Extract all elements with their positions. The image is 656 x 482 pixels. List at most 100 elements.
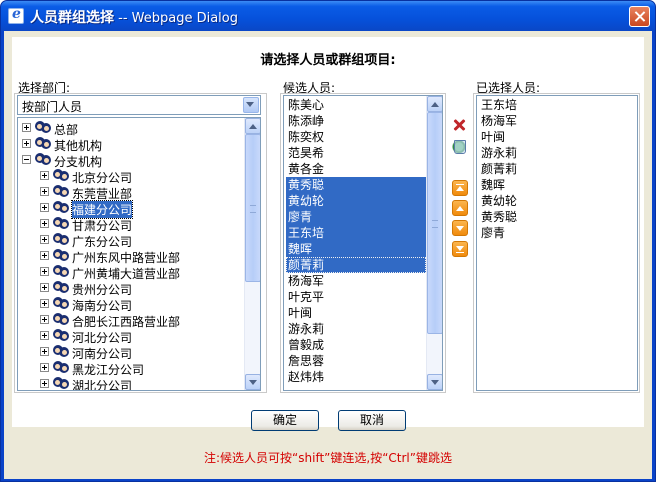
scroll-down-button[interactable] [245,374,260,390]
list-item[interactable]: 魏晖 [479,177,635,193]
tree-node-label[interactable]: 福建分公司 [70,200,134,219]
expand-icon[interactable] [40,267,49,276]
group-icon [52,344,70,360]
group-icon [34,120,52,136]
group-icon [52,216,70,232]
list-item[interactable]: 曾毅成 [286,337,426,353]
tree-node-label[interactable]: 甘肃分公司 [72,217,132,234]
cancel-button[interactable]: 取消 [338,410,406,431]
tree-node-label[interactable]: 海南分公司 [72,297,132,314]
list-item[interactable]: 陈奕权 [286,129,426,145]
close-button[interactable] [629,6,650,27]
title-bar[interactable]: 人员群组选择 -- Webpage Dialog [1,1,655,31]
list-item[interactable]: 黄幼轮 [479,193,635,209]
expand-icon[interactable] [40,187,49,196]
tree-node-label[interactable]: 贵州分公司 [72,281,132,298]
expand-icon[interactable] [40,203,49,212]
group-icon [52,248,70,264]
list-item[interactable]: 廖青 [286,209,426,225]
list-item[interactable]: 游永莉 [479,145,635,161]
group-icon [52,168,70,184]
chevron-down-icon[interactable] [243,97,259,113]
list-item[interactable]: 范昊希 [286,145,426,161]
group-icon [34,152,52,168]
scroll-thumb[interactable] [245,134,260,282]
tree-node-label[interactable]: 广东分公司 [72,233,132,250]
move-down-icon[interactable] [452,220,468,236]
expand-icon[interactable] [40,299,49,308]
tree-node-label[interactable]: 合肥长江西路营业部 [72,313,180,330]
group-icon [52,184,70,200]
tree-node-label[interactable]: 广州黄埔大道营业部 [72,265,180,282]
selected-list[interactable]: 王东培 杨海军 叶闽 游永莉 颜菁莉 魏晖 黄幼轮 黄秀聪 廖青 [476,95,638,391]
tree-node-label[interactable]: 其他机构 [54,137,102,154]
content-panel: 请选择人员或群组项目: 选择部门: 候选人员: 已选择人员: 按部门人员 总部其… [12,37,644,427]
group-icon [52,376,70,390]
group-icon [52,280,70,296]
list-item[interactable]: 黄幼轮 [286,193,426,209]
list-item[interactable]: 杨海军 [286,273,426,289]
list-item[interactable]: 黄各金 [286,161,426,177]
scroll-up-button[interactable] [245,118,260,134]
tree-node-label[interactable]: 黑龙江分公司 [72,361,144,378]
tree-node-label[interactable]: 总部 [54,121,78,138]
move-top-icon[interactable] [452,180,468,196]
list-item[interactable]: 杨海军 [479,113,635,129]
list-item[interactable]: 颜菁莉 [286,257,426,273]
expand-icon[interactable] [40,251,49,260]
move-bottom-icon[interactable] [452,241,468,257]
candidate-scrollbar[interactable] [426,96,442,390]
tree-node-label[interactable]: 广州东风中路营业部 [72,249,180,266]
expand-icon[interactable] [40,363,49,372]
expand-icon[interactable] [22,123,31,132]
list-item[interactable]: 黄秀聪 [479,209,635,225]
recycle-icon[interactable] [451,138,467,154]
list-item[interactable]: 王东培 [286,225,426,241]
department-select[interactable]: 按部门人员 [17,95,261,115]
tree-node-label[interactable]: 东莞营业部 [72,185,132,202]
expand-icon[interactable] [40,171,49,180]
list-item[interactable]: 王东培 [479,97,635,113]
tree-scrollbar[interactable] [244,118,260,390]
tree-node-label[interactable]: 河南分公司 [72,345,132,362]
expand-icon[interactable] [40,235,49,244]
tree-node-label[interactable]: 湖北分公司 [72,377,132,390]
list-item[interactable]: 黄秀聪 [286,177,426,193]
scroll-up-button[interactable] [427,96,442,112]
ok-button[interactable]: 确定 [251,410,319,431]
collapse-icon[interactable] [22,155,31,164]
expand-icon[interactable] [40,379,49,388]
expand-icon[interactable] [40,283,49,292]
department-select-value: 按部门人员 [22,100,83,114]
move-up-icon[interactable] [452,200,468,216]
group-icon [52,232,70,248]
candidate-list[interactable]: 陈美心 陈添峥 陈奕权 范昊希 黄各金 黄秀聪 黄幼轮 廖青 王东培 魏晖 颜菁莉 杨海军 叶克平 叶闽游… [283,95,443,391]
list-item[interactable]: 游永莉 [286,321,426,337]
group-icon [34,136,52,152]
list-item[interactable]: 陈添峥 [286,113,426,129]
list-item[interactable]: 陈美心 [286,97,426,113]
list-item[interactable]: 詹思蓉 [286,353,426,369]
tree-node-label[interactable]: 河北分公司 [72,329,132,346]
dialog-client: 请选择人员或群组项目: 选择部门: 候选人员: 已选择人员: 按部门人员 总部其… [4,31,652,479]
expand-icon[interactable] [40,331,49,340]
window-subtitle: -- Webpage Dialog [114,11,238,26]
list-item[interactable]: 叶闽 [286,305,426,321]
list-item[interactable]: 叶克平 [286,289,426,305]
hint-note: 注:候选人员可按“shift”键连选,按“Ctrl”键跳选 [204,451,452,465]
expand-icon[interactable] [40,219,49,228]
expand-icon[interactable] [40,347,49,356]
list-item[interactable]: 廖青 [479,225,635,241]
group-icon [52,360,70,376]
expand-icon[interactable] [22,139,31,148]
list-item[interactable]: 魏晖 [286,241,426,257]
scroll-down-button[interactable] [427,374,442,390]
expand-icon[interactable] [40,315,49,324]
delete-icon[interactable] [451,117,467,133]
tree-node-label[interactable]: 北京分公司 [72,169,132,186]
department-tree[interactable]: 总部 其他机构 分支机构 北京分公司 东莞营业部 福建分公司 甘肃分公司 广东分公司 广州东风中… [17,117,261,391]
list-item[interactable]: 赵炜炜 [286,369,426,385]
scroll-thumb[interactable] [427,112,442,334]
list-item[interactable]: 颜菁莉 [479,161,635,177]
list-item[interactable]: 叶闽 [479,129,635,145]
